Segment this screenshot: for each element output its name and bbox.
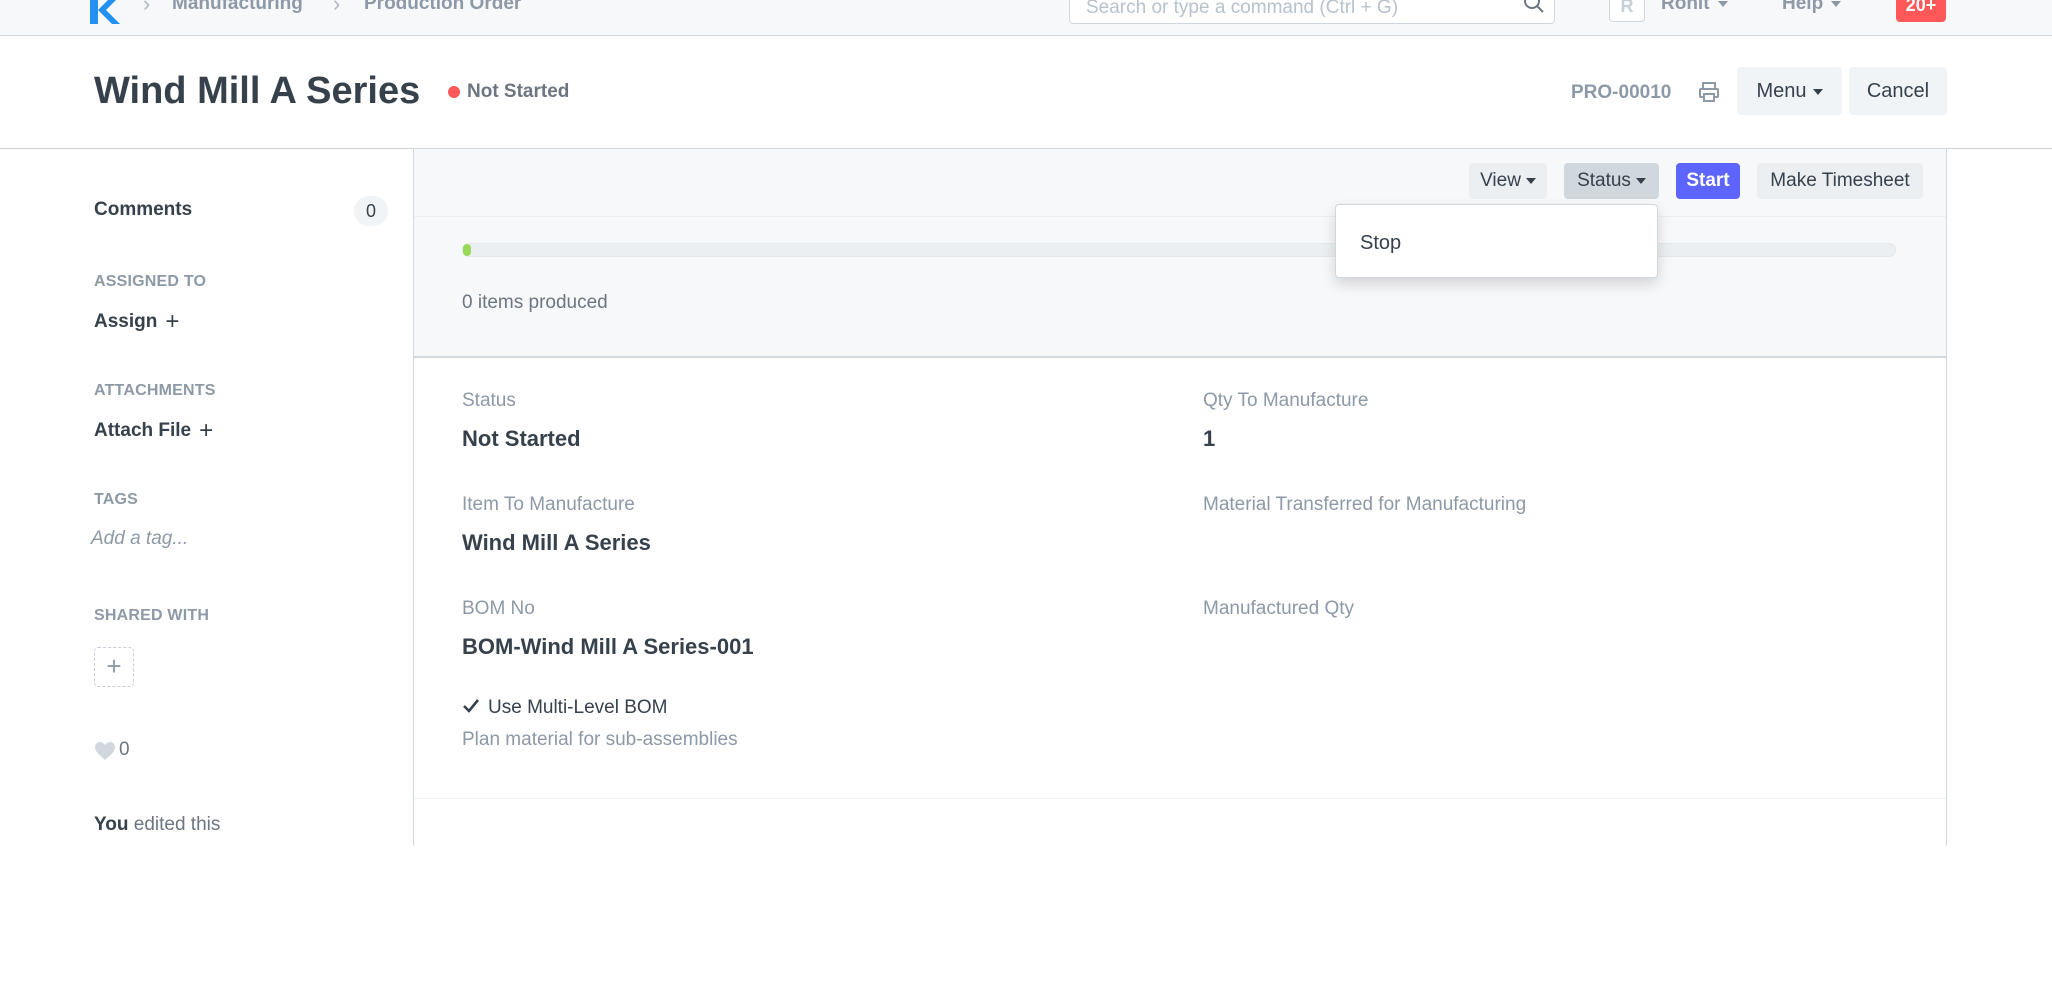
user-avatar[interactable]: R bbox=[1609, 0, 1645, 22]
add-tag-input[interactable]: Add a tag... bbox=[91, 528, 188, 550]
status-indicator: Not Started bbox=[467, 81, 570, 102]
view-label: View bbox=[1480, 170, 1521, 191]
view-dropdown-button[interactable]: View bbox=[1469, 163, 1547, 199]
status-field-label: Status bbox=[462, 390, 516, 411]
comments-label[interactable]: Comments bbox=[94, 199, 192, 221]
caret-down-icon bbox=[1812, 88, 1823, 95]
status-field-value: Not Started bbox=[462, 426, 581, 451]
search-placeholder: Search or type a command (Ctrl + G) bbox=[1086, 0, 1399, 18]
erpnext-logo-icon[interactable] bbox=[86, 0, 120, 24]
search-input[interactable]: Search or type a command (Ctrl + G) bbox=[1069, 0, 1555, 24]
breadcrumb-production-order[interactable]: Production Order bbox=[364, 0, 521, 14]
like-count: 0 bbox=[119, 739, 130, 760]
user-menu-label: Rohit bbox=[1661, 0, 1710, 14]
attachments-heading: ATTACHMENTS bbox=[94, 382, 216, 399]
progress-label: 0 items produced bbox=[462, 292, 608, 313]
form-layout: View Status Start Make Timesheet 0 items… bbox=[413, 149, 1947, 846]
add-share-button[interactable]: + bbox=[94, 647, 134, 687]
manufactured-qty-label: Manufactured Qty bbox=[1203, 598, 1355, 619]
timeline-entry: You edited this bbox=[94, 814, 220, 836]
qty-to-manufacture-label: Qty To Manufacture bbox=[1203, 390, 1369, 411]
page-head: Wind Mill A Series Not Started PRO-00010… bbox=[0, 36, 2052, 149]
plus-icon: + bbox=[165, 308, 180, 335]
page-title: Wind Mill A Series bbox=[94, 70, 421, 112]
attach-file-label: Attach File bbox=[94, 420, 192, 441]
user-menu[interactable]: Rohit bbox=[1661, 0, 1728, 14]
progress-bar bbox=[462, 243, 1896, 257]
use-multi-level-bom-checkbox[interactable]: Use Multi-Level BOM bbox=[462, 696, 668, 720]
qty-to-manufacture-value: 1 bbox=[1203, 426, 1216, 451]
tags-heading: TAGS bbox=[94, 491, 139, 508]
navbar: › Manufacturing › Production Order Searc… bbox=[0, 0, 2052, 36]
bom-no-label: BOM No bbox=[462, 598, 535, 619]
menu-button[interactable]: Menu bbox=[1737, 67, 1842, 115]
form-body: Status Not Started Qty To Manufacture 1 … bbox=[414, 358, 1946, 799]
item-to-manufacture-value[interactable]: Wind Mill A Series bbox=[462, 530, 651, 556]
status-dropdown-menu: Stop bbox=[1335, 204, 1658, 278]
form-toolbar: View Status Start Make Timesheet bbox=[414, 149, 1946, 217]
breadcrumb-chevron-icon: › bbox=[143, 0, 151, 16]
breadcrumb-manufacturing[interactable]: Manufacturing bbox=[172, 0, 303, 14]
cancel-button[interactable]: Cancel bbox=[1849, 67, 1947, 115]
use-multi-level-bom-label: Use Multi-Level BOM bbox=[488, 697, 668, 718]
notifications-badge[interactable]: 20+ bbox=[1896, 0, 1946, 22]
checkmark-icon bbox=[463, 699, 480, 713]
status-menu-item-stop[interactable]: Stop bbox=[1360, 231, 1401, 255]
progress-section: 0 items produced bbox=[414, 217, 1946, 358]
start-button[interactable]: Start bbox=[1676, 163, 1740, 199]
progress-bar-fill bbox=[463, 244, 471, 256]
print-icon[interactable] bbox=[1697, 80, 1721, 104]
timeline-text: edited this bbox=[128, 814, 221, 835]
caret-down-icon bbox=[1717, 0, 1728, 7]
timeline-user: You bbox=[94, 814, 129, 835]
assign-button[interactable]: Assign + bbox=[94, 308, 179, 336]
make-timesheet-button[interactable]: Make Timesheet bbox=[1757, 163, 1923, 199]
comments-count-badge: 0 bbox=[354, 196, 388, 226]
status-label: Status bbox=[1577, 170, 1631, 191]
assign-label: Assign bbox=[94, 311, 158, 332]
shared-with-heading: SHARED WITH bbox=[94, 607, 210, 624]
assigned-to-heading: ASSIGNED TO bbox=[94, 273, 207, 290]
caret-down-icon bbox=[1525, 177, 1536, 184]
material-transferred-label: Material Transferred for Manufacturing bbox=[1203, 494, 1527, 515]
caret-down-icon bbox=[1831, 0, 1842, 7]
heart-icon[interactable] bbox=[94, 741, 116, 761]
use-multi-level-bom-description: Plan material for sub-assemblies bbox=[462, 729, 738, 750]
help-menu[interactable]: Help bbox=[1782, 0, 1842, 14]
status-dropdown-button[interactable]: Status bbox=[1564, 163, 1659, 199]
search-icon[interactable] bbox=[1522, 0, 1546, 15]
status-dot-icon bbox=[448, 86, 460, 98]
caret-down-icon bbox=[1635, 177, 1646, 184]
document-name: PRO-00010 bbox=[1571, 82, 1672, 103]
bom-no-value[interactable]: BOM-Wind Mill A Series-001 bbox=[462, 634, 754, 660]
menu-button-label: Menu bbox=[1756, 80, 1807, 102]
plus-icon: + bbox=[199, 417, 214, 444]
help-menu-label: Help bbox=[1782, 0, 1824, 14]
breadcrumb-chevron-icon: › bbox=[333, 0, 341, 16]
attach-file-button[interactable]: Attach File + bbox=[94, 417, 213, 445]
item-to-manufacture-label: Item To Manufacture bbox=[462, 494, 635, 515]
